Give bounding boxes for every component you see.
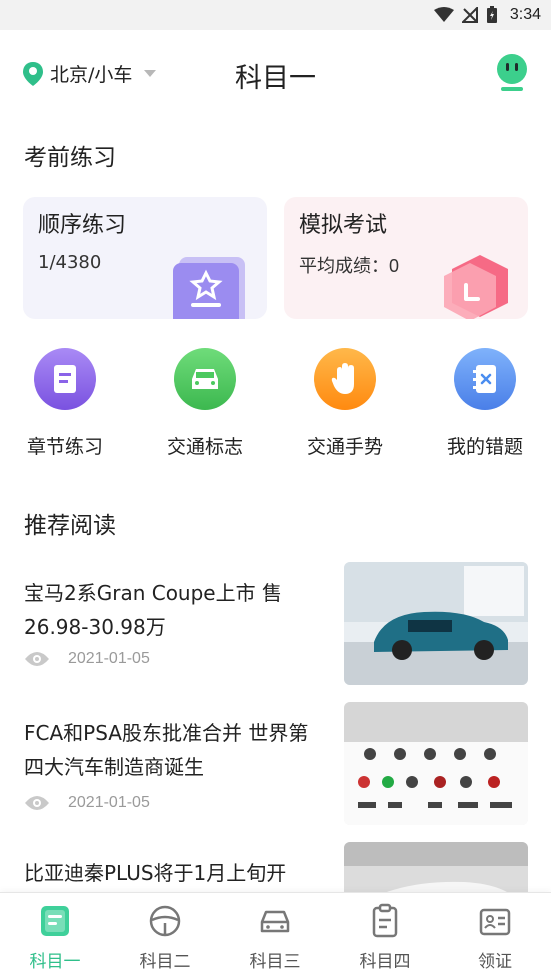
shortcut-chapter-practice[interactable]: 章节练习 <box>0 348 130 459</box>
eye-icon <box>25 796 49 810</box>
chevron-down-icon <box>144 70 157 77</box>
avatar[interactable] <box>495 54 529 92</box>
location-pin-icon <box>23 61 43 86</box>
practice-section-label: 考前练习 <box>24 145 116 171</box>
shortcut-grid: 章节练习 交通标志 交通手势 我的错题 <box>0 348 551 463</box>
article-date: 2021-01-05 <box>68 650 150 667</box>
no-signal-icon <box>461 7 478 23</box>
shortcut-traffic-signs[interactable]: 交通标志 <box>140 348 270 459</box>
tab-subject-four[interactable]: 科目四 <box>330 893 440 979</box>
article-title: 宝马2系Gran Coupe上市 售26.98-30.98万 <box>24 581 282 639</box>
tab-subject-two[interactable]: 科目二 <box>110 893 220 979</box>
car-icon <box>174 348 236 410</box>
article-meta: 2021-01-05 <box>24 650 150 668</box>
mock-exam-score-value: 0 <box>389 256 400 276</box>
status-icons: 3:34 <box>433 5 541 25</box>
mock-exam-score: 平均成绩：0 <box>299 252 399 278</box>
certificate-book-icon <box>173 257 245 319</box>
shortcut-label: 交通手势 <box>306 436 383 458</box>
location-label: 北京/小车 <box>50 64 133 86</box>
reading-section-title: 推荐阅读 <box>24 506 116 540</box>
article-date: 2021-01-05 <box>68 794 150 811</box>
sequential-practice-card[interactable]: 顺序练习 1/4380 <box>23 197 267 319</box>
location-selector[interactable]: 北京/小车 <box>22 60 157 87</box>
shortcut-my-mistakes[interactable]: 我的错题 <box>420 348 550 459</box>
status-bar: 3:34 <box>0 0 551 30</box>
tab-license[interactable]: 领证 <box>440 893 550 979</box>
nav-label: 领证 <box>478 952 512 972</box>
reading-section-label: 推荐阅读 <box>24 513 116 539</box>
mock-exam-card[interactable]: 模拟考试 平均成绩：0 <box>284 197 528 319</box>
article-thumbnail <box>344 562 528 685</box>
article-item[interactable]: 宝马2系Gran Coupe上市 售26.98-30.98万 2021-01-0… <box>0 562 551 706</box>
hand-icon <box>314 348 376 410</box>
shortcut-traffic-gestures[interactable]: 交通手势 <box>280 348 410 459</box>
bottom-nav: 科目一 科目二 科目三 科目四 领证 <box>0 892 551 979</box>
tab-subject-three[interactable]: 科目三 <box>220 893 330 979</box>
wifi-icon <box>433 7 454 22</box>
id-card-icon <box>479 908 511 936</box>
header: 北京/小车 科目一 <box>0 30 551 115</box>
document-icon <box>34 348 96 410</box>
mock-exam-score-label: 平均成绩： <box>299 256 389 277</box>
notebook-icon <box>454 348 516 410</box>
shortcut-label: 章节练习 <box>26 436 103 458</box>
steering-wheel-icon <box>149 905 181 937</box>
tab-subject-one[interactable]: 科目一 <box>0 893 110 979</box>
mock-exam-title: 模拟考试 <box>299 213 388 238</box>
practice-section-title: 考前练习 <box>24 138 116 172</box>
battery-icon <box>486 6 497 23</box>
nav-label: 科目二 <box>139 952 191 972</box>
article-title: FCA和PSA股东批准合并 世界第四大汽车制造商诞生 <box>24 721 309 779</box>
article-title: 比亚迪秦PLUS将于1月上旬开 <box>24 861 287 885</box>
article-thumbnail <box>344 702 528 825</box>
nav-label: 科目四 <box>359 952 411 972</box>
article-meta: 2021-01-05 <box>24 794 150 812</box>
shortcut-label: 交通标志 <box>166 436 243 458</box>
sequential-practice-progress: 1/4380 <box>38 252 102 273</box>
clipboard-icon <box>372 903 398 938</box>
sequential-practice-title: 顺序练习 <box>38 213 127 238</box>
shortcut-label: 我的错题 <box>446 436 523 458</box>
subject-one-icon <box>41 906 69 936</box>
status-time: 3:34 <box>509 6 541 23</box>
nav-label: 科目三 <box>249 952 301 972</box>
car-outline-icon <box>260 910 290 933</box>
nav-label: 科目一 <box>29 952 81 972</box>
eye-icon <box>25 652 49 666</box>
hexagon-clock-icon <box>444 255 508 319</box>
article-item[interactable]: FCA和PSA股东批准合并 世界第四大汽车制造商诞生 2021-01-05 <box>0 702 551 846</box>
